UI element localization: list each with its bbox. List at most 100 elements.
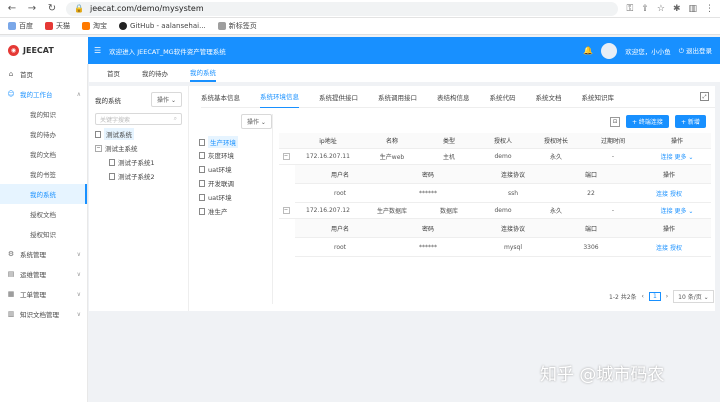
env-operation-button[interactable]: 操作 ⌄: [241, 114, 272, 129]
terminal-connect-button[interactable]: + 终端连接: [626, 115, 669, 128]
tree-operation-button[interactable]: 操作 ⌄: [151, 92, 182, 107]
tree-node[interactable]: 测试子系统1: [95, 157, 182, 167]
column-header: 授权人: [493, 138, 512, 145]
tab-code[interactable]: 系统代码: [490, 92, 516, 102]
expand-icon[interactable]: ⤢: [700, 92, 709, 101]
more-link[interactable]: 更多 ⌄: [675, 208, 694, 215]
tab-todo[interactable]: 我的待办: [142, 68, 168, 78]
chevron-up-icon: ∧: [76, 90, 81, 98]
authorize-link[interactable]: 授权: [670, 191, 682, 198]
next-page-icon[interactable]: ›: [666, 293, 668, 300]
tab-my-system[interactable]: 我的系统: [190, 64, 216, 82]
star-icon[interactable]: ☆: [657, 4, 665, 14]
subtable-header: 用户名 密码 连接协议 端口 操作: [295, 219, 711, 238]
column-settings-icon[interactable]: ⊡: [610, 116, 620, 127]
collapse-row-icon[interactable]: −: [282, 207, 290, 214]
account-subtable: 用户名 密码 连接协议 端口 操作 root ****** mysql 3306…: [295, 219, 711, 257]
env-item[interactable]: uat环境: [199, 164, 232, 174]
sidebar-sub-item[interactable]: 我的知识: [0, 104, 87, 124]
ticket-icon: ▦: [7, 290, 15, 298]
user-icon: ☺: [7, 90, 15, 98]
tab-home[interactable]: 首页: [107, 68, 120, 78]
avatar[interactable]: [601, 42, 618, 59]
key-icon[interactable]: ⚿: [626, 4, 633, 14]
authorize-link[interactable]: 授权: [670, 245, 682, 252]
app-logo[interactable]: ◉ JEECAT: [0, 37, 88, 64]
add-button[interactable]: + 新增: [674, 115, 706, 128]
menu-icon[interactable]: ⋮: [705, 4, 714, 14]
more-link[interactable]: 更多 ⌄: [675, 154, 694, 161]
sidebar-item-knowledge[interactable]: ▥ 知识文档管理 ∨: [0, 304, 87, 324]
extensions-icon[interactable]: ✱: [673, 4, 681, 14]
env-item[interactable]: uat环境: [199, 192, 232, 202]
notification-icon[interactable]: 🔔: [583, 46, 593, 55]
env-item[interactable]: 生产环境: [199, 136, 238, 148]
column-header: 名称: [385, 138, 398, 145]
sidebar-item-ops[interactable]: ▤ 运维管理 ∨: [0, 264, 87, 284]
connect-link[interactable]: 连接: [656, 245, 668, 252]
file-icon: [109, 172, 115, 180]
host-table: ip地址 名称 类型 授权人 授权时长 过期时间 操作 − 172.16.207…: [279, 133, 711, 257]
bookmark-tmall[interactable]: 天猫: [45, 21, 70, 31]
env-item[interactable]: 开发联调: [199, 178, 234, 188]
reload-icon[interactable]: ↻: [46, 3, 58, 15]
tab-table-structure[interactable]: 表结构信息: [437, 92, 470, 102]
bookmark-github[interactable]: GitHub - aalansehai...: [119, 22, 206, 30]
table-row: − 172.16.207.12 生产数据库 数据库 demo 永久 - 连接 更…: [279, 203, 711, 219]
pagination: 1-2 共2条 ‹ 1 › 10 条/页 ⌄: [609, 290, 714, 303]
tab-docs[interactable]: 系统文档: [536, 92, 562, 102]
table-row: − 172.16.207.11 生产web 主机 demo 永久 - 连接 更多…: [279, 149, 711, 165]
sidebar-sub-item-active[interactable]: 我的系统: [0, 184, 87, 204]
connect-link[interactable]: 连接: [661, 208, 673, 215]
sidebar-item-home[interactable]: ⌂ 首页: [0, 64, 87, 84]
back-icon[interactable]: ←: [6, 3, 18, 15]
cell-name: 生产web: [379, 154, 405, 161]
sidebar-item-system[interactable]: ⚙ 系统管理 ∨: [0, 244, 87, 264]
forward-icon[interactable]: →: [26, 3, 38, 15]
welcome-text: 欢迎进入 JEECAT_MG软件资产管理系统: [109, 47, 226, 56]
search-icon[interactable]: ⌕: [174, 115, 177, 123]
env-item[interactable]: 准生产: [199, 206, 228, 216]
bookmark-newtab[interactable]: 新标签页: [217, 21, 257, 31]
url-text: jeecat.com/demo/mysystem: [89, 4, 204, 13]
address-bar[interactable]: 🔒 jeecat.com/demo/mysystem: [66, 1, 619, 16]
sidebar-icon[interactable]: ▥: [688, 4, 697, 14]
collapse-row-icon[interactable]: −: [282, 153, 290, 160]
column-header: ip地址: [319, 138, 337, 145]
watermark: 知乎 @城市码农: [540, 365, 665, 385]
tab-basic-info[interactable]: 系统基本信息: [201, 92, 240, 102]
home-icon: ⌂: [8, 70, 14, 78]
collapse-icon[interactable]: −: [95, 144, 102, 152]
file-icon: [199, 165, 205, 173]
tab-provided-api[interactable]: 系统提供接口: [319, 92, 358, 102]
sidebar-sub-item[interactable]: 授权文档: [0, 204, 87, 224]
sidebar-sub-item[interactable]: 我的文档: [0, 144, 87, 164]
cell-expire: -: [611, 207, 615, 214]
tab-knowledge[interactable]: 系统知识库: [582, 92, 615, 102]
share-icon[interactable]: ⇪: [641, 4, 649, 14]
menu-toggle-icon[interactable]: ☰: [94, 46, 101, 55]
logout-button[interactable]: ⏻ 退出登录: [679, 45, 720, 56]
bookmark-taobao[interactable]: 淘宝: [82, 21, 107, 31]
prev-page-icon[interactable]: ‹: [642, 293, 644, 300]
file-icon: [199, 138, 205, 146]
sidebar-sub-item[interactable]: 授权知识: [0, 224, 87, 244]
page-size-select[interactable]: 10 条/页 ⌄: [673, 290, 714, 303]
page-number[interactable]: 1: [648, 292, 661, 301]
env-item[interactable]: 灰度环境: [199, 150, 234, 160]
sidebar-sub-item[interactable]: 我的书签: [0, 164, 87, 184]
sidebar-item-workbench[interactable]: ☺ 我的工作台 ∧: [0, 84, 87, 104]
sidebar-item-ticket[interactable]: ▦ 工单管理 ∨: [0, 284, 87, 304]
bookmark-baidu[interactable]: 百度: [8, 21, 33, 31]
connect-link[interactable]: 连接: [656, 191, 668, 198]
tree-search-input[interactable]: 关键字搜索 ⌕: [95, 113, 182, 125]
tree-node[interactable]: − 测试主系统: [95, 143, 182, 153]
table-header: ip地址 名称 类型 授权人 授权时长 过期时间 操作: [279, 133, 711, 149]
tree-node[interactable]: 测试子系统2: [95, 171, 182, 181]
tree-node[interactable]: 测试系统: [95, 128, 182, 140]
main-card: 我的系统 操作 ⌄ 关键字搜索 ⌕ 测试系统 − 测试主系统 测试子系统1 测试…: [89, 86, 715, 311]
tab-called-api[interactable]: 系统调用接口: [378, 92, 417, 102]
connect-link[interactable]: 连接: [661, 154, 673, 161]
tab-env-info[interactable]: 系统环境信息: [260, 86, 299, 108]
sidebar-sub-item[interactable]: 我的待办: [0, 124, 87, 144]
